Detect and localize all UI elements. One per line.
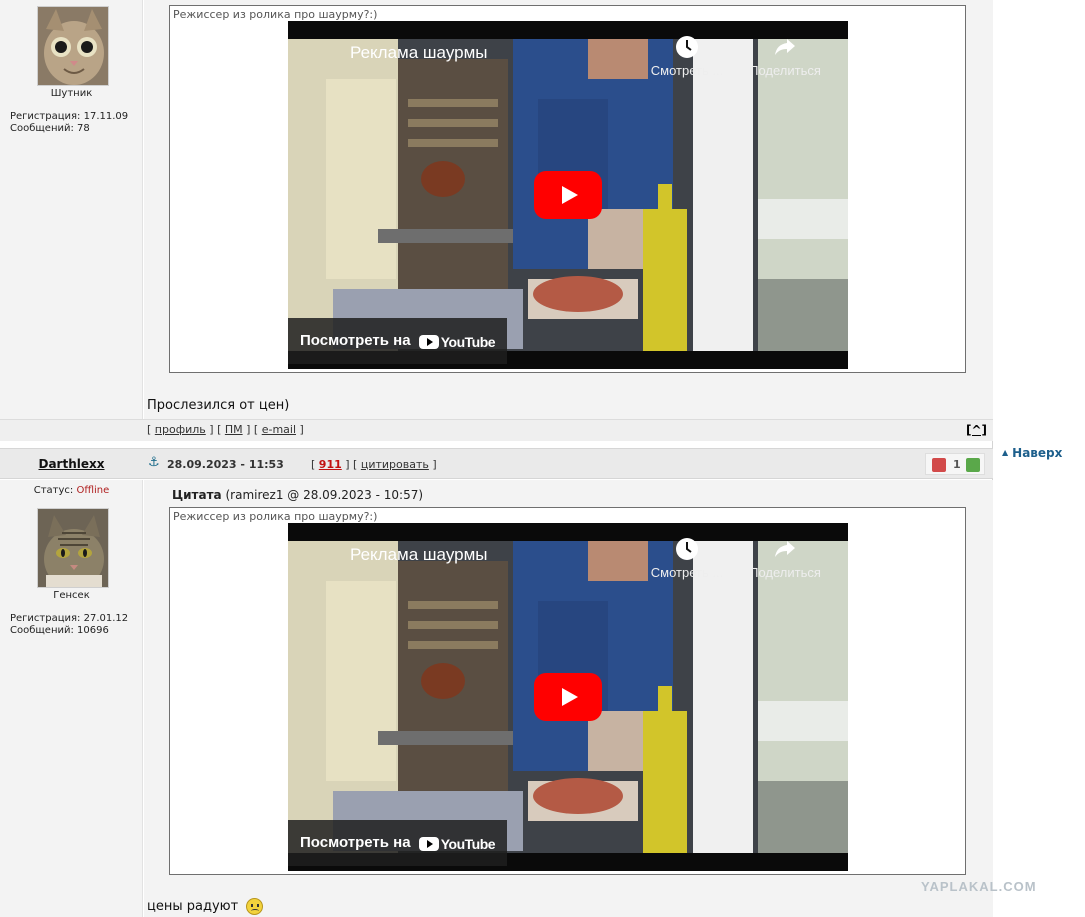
avatar[interactable] — [37, 6, 109, 86]
user-group: Генсек — [53, 590, 90, 601]
share-label: Поделиться — [749, 63, 821, 78]
post-text-content: цены радуют — [147, 899, 239, 914]
user-status: Статус: Offline — [0, 485, 143, 496]
email-link[interactable]: e-mail — [262, 423, 296, 436]
registration-date: Регистрация: 17.11.09 — [10, 111, 129, 122]
message-count: Сообщений: 78 — [10, 123, 90, 134]
watch-later-button[interactable]: Смотреть ... — [642, 35, 732, 78]
forum-thread: Шутник Регистрация: 17.11.09 Сообщений: … — [0, 0, 993, 917]
youtube-embed[interactable]: Реклама шаурмы Смотреть ... Поделиться П… — [288, 523, 848, 871]
watch-later-label: Смотреть ... — [650, 565, 724, 580]
quote-caption: Режиссер из ролика про шаурму?:) — [173, 8, 378, 21]
quote-link[interactable]: цитировать — [361, 458, 429, 471]
triangle-up-icon: ▲ — [1002, 448, 1009, 457]
play-button[interactable] — [534, 673, 602, 721]
clock-icon — [676, 538, 698, 560]
watch-on-label: Посмотреть на — [300, 332, 411, 349]
quote-label: Цитата — [172, 488, 222, 502]
watch-on-youtube-button[interactable]: Посмотреть на YouTube — [288, 318, 507, 364]
user-group: Шутник — [50, 88, 93, 99]
site-watermark: YAPLAKAL.COM — [921, 879, 1037, 894]
post1-author-column: Шутник Регистрация: 17.11.09 Сообщений: … — [0, 0, 143, 419]
share-button[interactable]: Поделиться — [740, 537, 830, 580]
youtube-wordmark: YouTube — [440, 333, 496, 350]
share-icon — [775, 39, 795, 55]
profile-link[interactable]: профиль — [155, 423, 206, 436]
message-count: Сообщений: 10696 — [10, 625, 109, 636]
post-date: 28.09.2023 - 11:53 — [167, 458, 284, 471]
thumbs-down-icon[interactable] — [932, 458, 946, 472]
share-button[interactable]: Поделиться — [740, 35, 830, 78]
play-button[interactable] — [534, 171, 602, 219]
status-label: Статус: — [33, 485, 74, 496]
watch-later-label: Смотреть ... — [650, 63, 724, 78]
video-title: Реклама шаурмы — [350, 545, 488, 564]
quote-caption: Режиссер из ролика про шаурму?:) — [173, 510, 378, 523]
user-stats: Регистрация: 17.11.09 Сообщений: 78 — [10, 111, 128, 135]
post-action-links: [ профиль ] [ ПМ ] [ e-mail ] — [147, 423, 304, 436]
video-title: Реклама шаурмы — [350, 43, 488, 62]
avatar[interactable] — [37, 508, 109, 588]
youtube-logo-icon: YouTube — [418, 333, 496, 350]
watch-on-label: Посмотреть на — [300, 834, 411, 851]
watch-on-youtube-button[interactable]: Посмотреть на YouTube — [288, 820, 507, 866]
rating-widget: 1 — [925, 453, 985, 475]
status-value: Offline — [76, 485, 110, 496]
back-to-top-link[interactable]: ▲ Наверх — [1002, 446, 1062, 460]
quote-box: Режиссер из ролика про шаурму?:) Реклама… — [169, 5, 966, 373]
post-number-link[interactable]: 911 — [319, 458, 342, 471]
share-icon — [775, 541, 795, 557]
quote-header: Цитата (ramirez1 @ 28.09.2023 - 10:57) — [172, 488, 423, 502]
post-meta: [ 911 ] [ цитировать ] — [311, 458, 437, 471]
post-actions: [ профиль ] [ ПМ ] [ e-mail ] [^] — [0, 419, 993, 441]
share-label: Поделиться — [749, 565, 821, 580]
thumbs-up-icon[interactable] — [966, 458, 980, 472]
youtube-wordmark: YouTube — [440, 835, 496, 852]
youtube-logo-icon: YouTube — [418, 835, 496, 852]
post-text: Прослезился от цен) — [147, 398, 290, 413]
post-text: цены радуют — [147, 898, 264, 915]
to-top-link[interactable]: [^] — [966, 423, 987, 437]
smiley-icon — [246, 898, 264, 915]
quote-source: (ramirez1 @ 28.09.2023 - 10:57) — [225, 488, 424, 502]
post-header: Darthlexx ⚓ 28.09.2023 - 11:53 [ 911 ] [… — [0, 448, 993, 479]
username-link[interactable]: Darthlexx — [0, 457, 143, 471]
pm-link[interactable]: ПМ — [225, 423, 243, 436]
registration-date: Регистрация: 27.01.12 — [10, 613, 129, 624]
user-stats: Регистрация: 27.01.12 Сообщений: 10696 — [10, 613, 128, 637]
watch-later-button[interactable]: Смотреть ... — [642, 537, 732, 580]
quote-box: Режиссер из ролика про шаурму?:) Реклама… — [169, 507, 966, 875]
youtube-embed[interactable]: Реклама шаурмы Смотреть ... Поделиться П… — [288, 21, 848, 369]
rating-value: 1 — [953, 458, 961, 471]
clock-icon — [676, 36, 698, 58]
back-to-top-label: Наверх — [1012, 446, 1063, 460]
anchor-icon[interactable]: ⚓ — [148, 455, 162, 470]
